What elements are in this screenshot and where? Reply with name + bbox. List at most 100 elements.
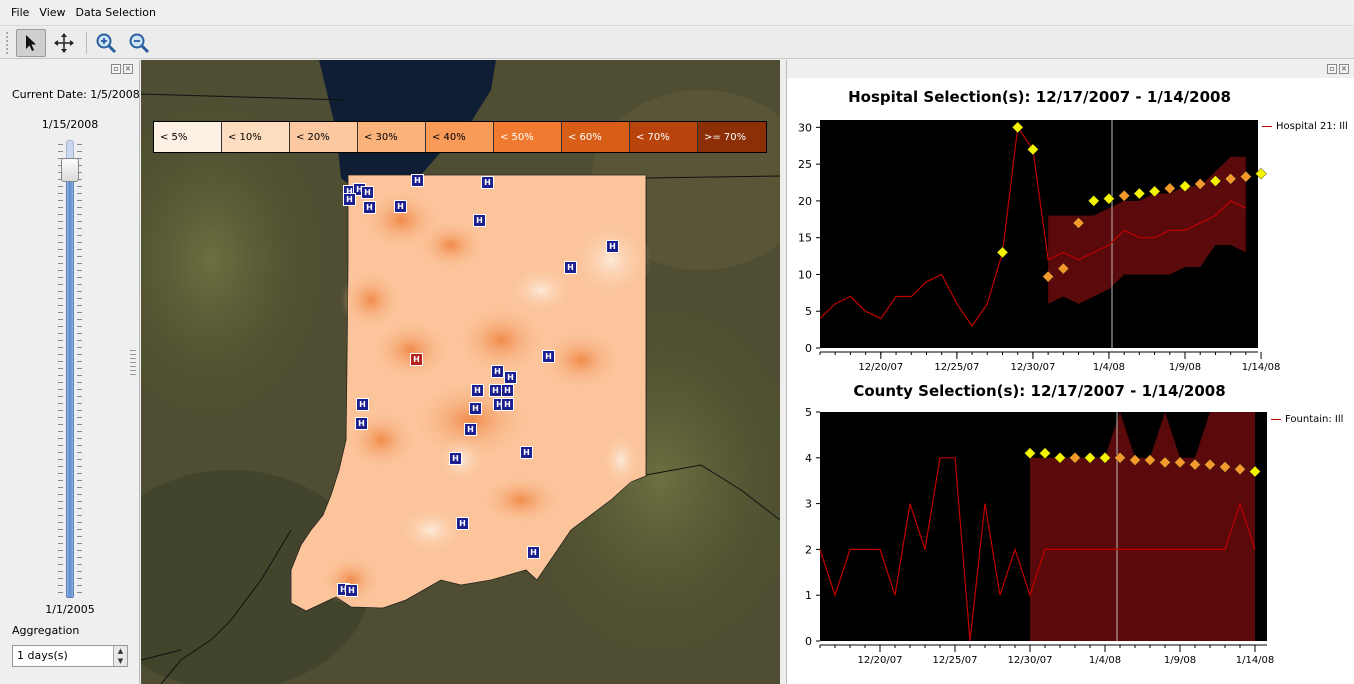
y-tick-label: 20 (798, 195, 812, 208)
legend-bin: < 30% (358, 122, 426, 152)
slider-max-label: 1/15/2008 (41, 118, 99, 131)
y-tick-label: 30 (798, 121, 812, 134)
hospital-chart[interactable]: 0 5 10 15 20 25 30 12/20/07 12/25/07 12/30/07 1/4/… (787, 100, 1354, 420)
map-view[interactable]: < 5% < 10% < 20% < 30% < 40% < 50% < 60%… (141, 60, 780, 684)
map-canvas[interactable] (141, 60, 780, 684)
hospital-icon[interactable]: H (411, 174, 424, 187)
hospital-icon[interactable]: H (343, 193, 356, 206)
zoom-out-button[interactable] (124, 29, 154, 57)
pan-tool-button[interactable] (49, 29, 79, 57)
hospital-chart-legend: Hospital 21: Ill (1262, 121, 1348, 132)
hospital-icon[interactable]: H (355, 417, 368, 430)
legend-bin: < 5% (154, 122, 222, 152)
spin-buttons: ▲ ▼ (113, 646, 127, 666)
float-icon[interactable]: ▫ (111, 64, 121, 74)
date-slider-handle[interactable] (61, 157, 79, 182)
y-tick-label: 5 (805, 406, 812, 419)
county-chart[interactable]: 0 1 2 3 4 5 12/20/07 12/25/07 12/30/07 1/4/08 1/9/… (787, 394, 1354, 684)
aggregation-spinbox[interactable]: 1 days(s) ▲ ▼ (12, 645, 128, 667)
x-tick-label: 1/4/08 (1089, 655, 1121, 666)
zoom-in-button[interactable] (91, 29, 121, 57)
hospital-icon[interactable]: H (504, 371, 517, 384)
legend-bin: < 60% (562, 122, 630, 152)
menu-data-selection[interactable]: Data Selection (71, 6, 161, 19)
hospital-icon[interactable]: H (469, 402, 482, 415)
hospital-icon[interactable]: H (356, 398, 369, 411)
heatmap-legend: < 5% < 10% < 20% < 30% < 40% < 50% < 60%… (153, 121, 767, 153)
toolbar-grip[interactable] (6, 31, 10, 54)
close-icon[interactable]: × (1339, 64, 1349, 74)
zoom-in-icon (96, 33, 117, 53)
hospital-icon[interactable]: H (501, 384, 514, 397)
legend-bin: < 70% (630, 122, 698, 152)
hospital-icon[interactable]: H (542, 350, 555, 363)
hospital-icon[interactable]: H (363, 201, 376, 214)
y-tick-label: 5 (805, 305, 812, 318)
current-date-label: Current Date: 1/5/2008 (12, 88, 140, 101)
date-slider-fill (66, 169, 74, 598)
menu-file[interactable]: File (6, 6, 34, 19)
menu-view[interactable]: View (34, 6, 70, 19)
x-tick-label: 12/20/07 (858, 655, 903, 666)
charts-dock-header: ▫ × (787, 60, 1354, 78)
x-tick-label: 1/14/08 (1242, 362, 1281, 373)
pointer-tool-button[interactable] (16, 28, 46, 57)
zoom-out-icon (129, 33, 150, 53)
dock-buttons: ▫ × (111, 64, 133, 74)
y-tick-label: 2 (805, 543, 812, 556)
x-tick-label: 12/20/07 (858, 362, 903, 373)
legend-bin: < 40% (426, 122, 494, 152)
x-tick-label: 12/30/07 (1010, 362, 1055, 373)
selected-hospital-icon[interactable]: H (410, 353, 423, 366)
legend-series-name: Hospital 21: Ill (1276, 121, 1348, 132)
y-tick-label: 0 (805, 342, 812, 355)
legend-line (1262, 126, 1272, 127)
aggregation-value: 1 days(s) (17, 649, 68, 662)
hospital-icon[interactable]: H (491, 365, 504, 378)
y-tick-label: 0 (805, 635, 812, 648)
hospital-icon[interactable]: H (345, 584, 358, 597)
hospital-icon[interactable]: H (527, 546, 540, 559)
toolbar (0, 27, 1354, 59)
hospital-icon[interactable]: H (449, 452, 462, 465)
legend-line (1271, 419, 1281, 420)
y-tick-label: 15 (798, 232, 812, 245)
x-tick-label: 12/30/07 (1008, 655, 1053, 666)
x-tick-label: 1/9/08 (1164, 655, 1196, 666)
hospital-icon[interactable]: H (520, 446, 533, 459)
hospital-icon[interactable]: H (606, 240, 619, 253)
dock-buttons: ▫ × (1327, 64, 1349, 74)
toolbar-separator (86, 31, 87, 54)
float-icon[interactable]: ▫ (1327, 64, 1337, 74)
spin-up-icon[interactable]: ▲ (114, 646, 127, 656)
splitter-handle[interactable] (130, 350, 136, 378)
menu-bar: File View Data Selection (0, 0, 1354, 26)
hospital-icon[interactable]: H (564, 261, 577, 274)
hospital-icon[interactable]: H (456, 517, 469, 530)
pointer-icon (26, 34, 36, 51)
time-control-panel: ▫ × Current Date: 1/5/2008 1/15/2008 1/1… (0, 60, 140, 684)
hospital-icon[interactable]: H (471, 384, 484, 397)
hospital-icon[interactable]: H (501, 398, 514, 411)
x-tick-label: 12/25/07 (934, 362, 979, 373)
spin-down-icon[interactable]: ▼ (114, 656, 127, 666)
x-tick-label: 1/14/08 (1236, 655, 1275, 666)
charts-panel: ▫ × Hospital Selection(s): 12/17/2007 - … (786, 60, 1354, 684)
legend-bin: < 10% (222, 122, 290, 152)
aggregation-label: Aggregation (12, 624, 80, 637)
hospital-icon[interactable]: H (361, 186, 374, 199)
y-tick-label: 3 (805, 498, 812, 511)
hospital-icon[interactable]: H (394, 200, 407, 213)
y-tick-label: 10 (798, 268, 812, 281)
app-window: File View Data Selection ▫ × Current Dat… (0, 0, 1354, 684)
legend-bin: < 50% (494, 122, 562, 152)
close-icon[interactable]: × (123, 64, 133, 74)
y-tick-label: 1 (805, 589, 812, 602)
legend-bin: < 20% (290, 122, 358, 152)
hospital-icon[interactable]: H (473, 214, 486, 227)
y-tick-label: 4 (805, 452, 812, 465)
legend-bin: >= 70% (698, 122, 766, 152)
slider-min-label: 1/1/2005 (45, 603, 95, 616)
hospital-icon[interactable]: H (464, 423, 477, 436)
hospital-icon[interactable]: H (481, 176, 494, 189)
